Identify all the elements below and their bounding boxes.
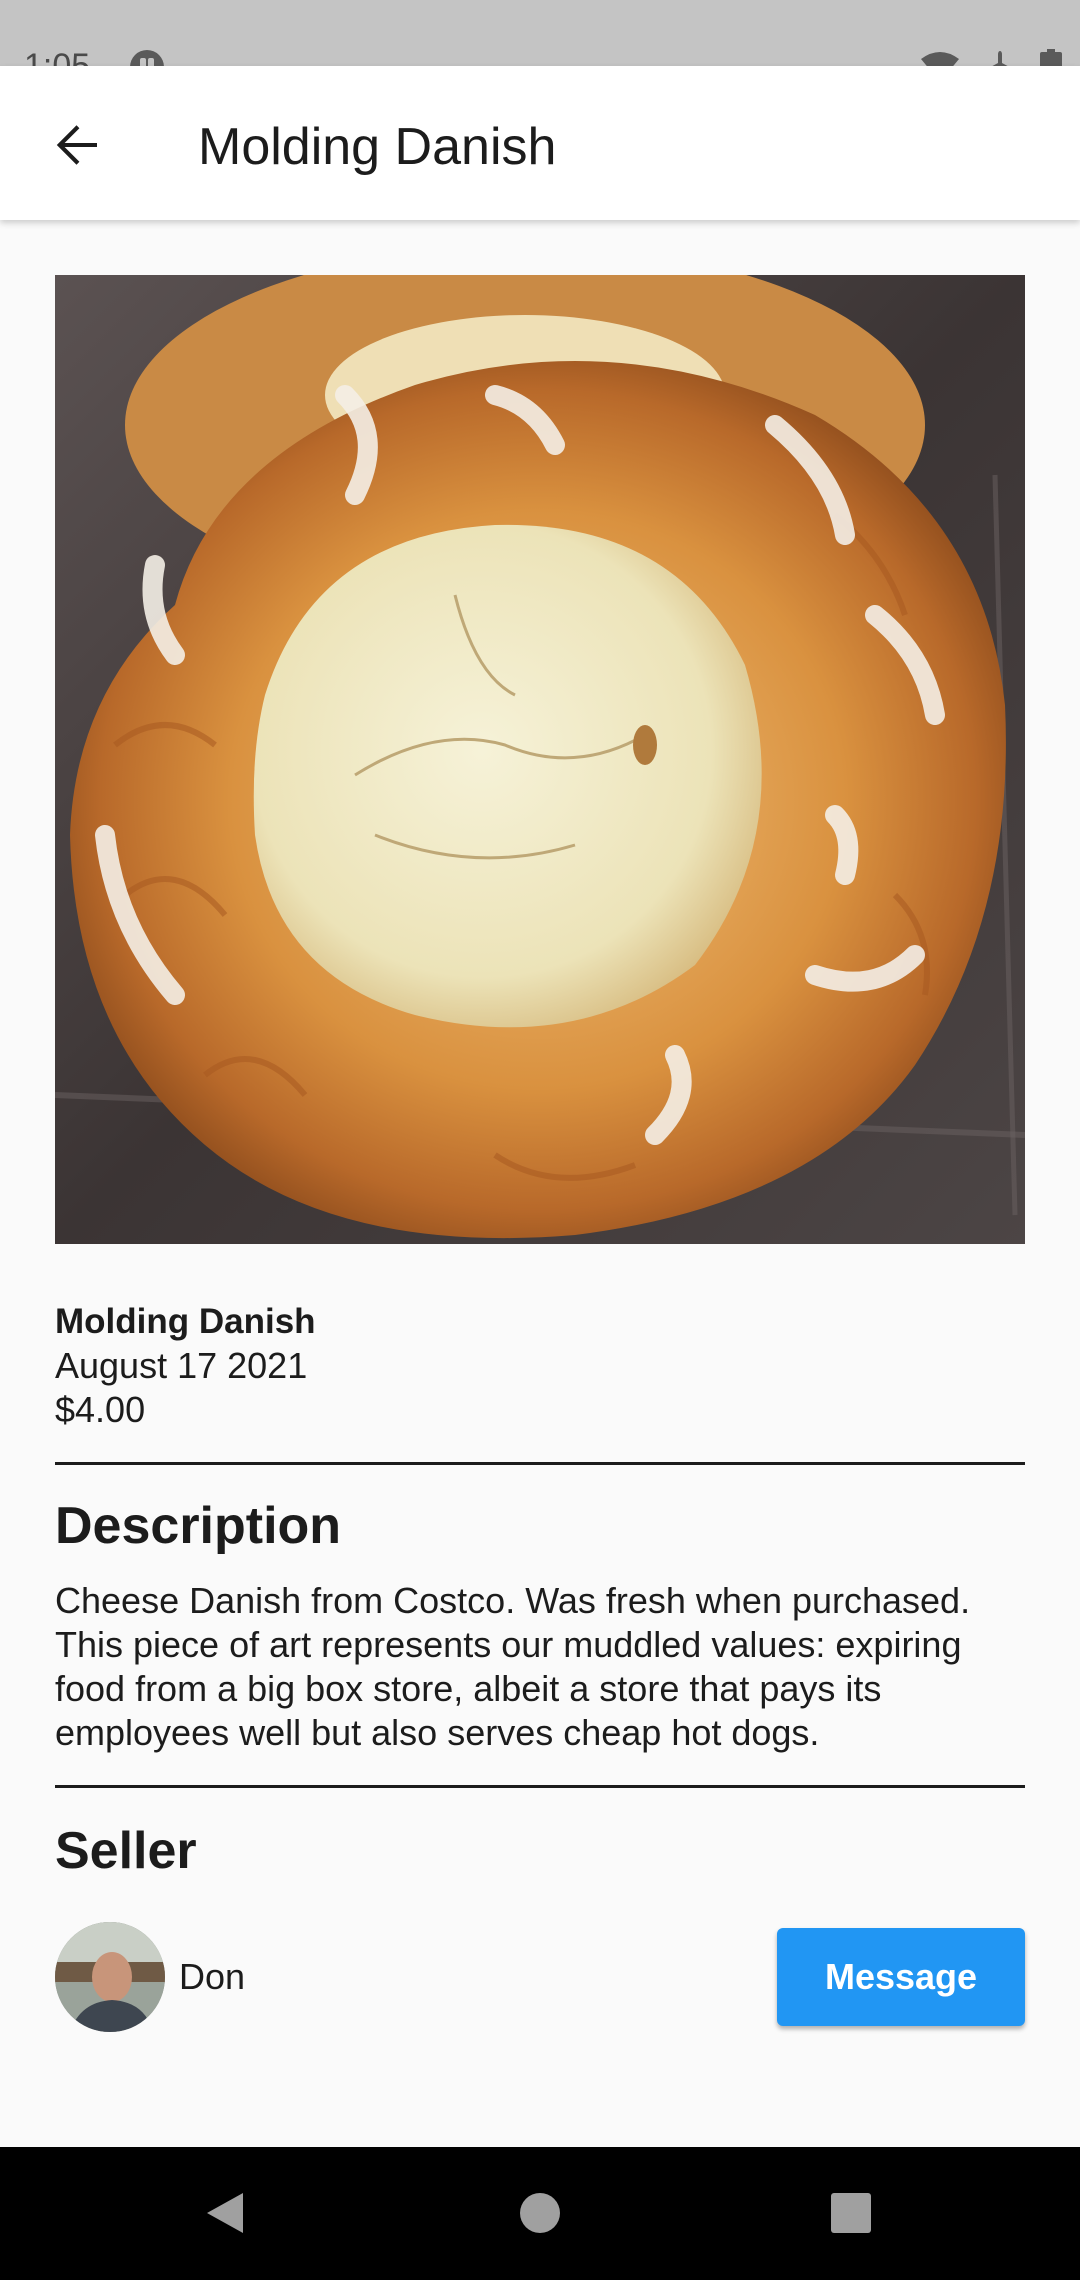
app-bar: Molding Danish: [0, 66, 1080, 220]
nav-back-icon: [207, 2193, 243, 2233]
nav-home-icon: [520, 2193, 560, 2233]
nav-back-button[interactable]: [192, 2180, 258, 2246]
description-text: Cheese Danish from Costco. Was fresh whe…: [55, 1580, 971, 1753]
message-button[interactable]: Message: [777, 1928, 1025, 2026]
description-heading: Description: [55, 1497, 342, 1555]
arrow-back-icon: [56, 125, 97, 165]
seller-row: Don Message: [55, 1922, 1025, 2032]
nav-home-button[interactable]: [507, 2180, 573, 2246]
page-title: Molding Danish: [198, 118, 557, 176]
status-bar: 1:05: [0, 0, 1080, 85]
cheese-danish-photo: [55, 275, 1025, 1244]
nav-recents-icon: [831, 2193, 871, 2233]
item-date: August 17 2021: [55, 1345, 308, 1386]
item-image[interactable]: [55, 275, 1025, 1244]
nav-recents-button[interactable]: [818, 2180, 884, 2246]
seller-heading: Seller: [55, 1822, 197, 1880]
item-price: $4.00: [55, 1389, 146, 1430]
item-name: Molding Danish: [55, 1302, 316, 1341]
divider: [55, 1462, 1025, 1465]
back-button[interactable]: [40, 108, 114, 182]
item-detail: Molding Danish August 17 2021 $4.00 Desc…: [55, 275, 1025, 2032]
seller-name: Don: [179, 1956, 246, 1997]
item-summary: Molding Danish August 17 2021 $4.00: [55, 1300, 1025, 1432]
avatar[interactable]: [55, 1922, 165, 2032]
divider: [55, 1785, 1025, 1788]
seller-avatar-image: [55, 1922, 165, 2032]
system-nav-bar: [0, 2147, 1080, 2280]
